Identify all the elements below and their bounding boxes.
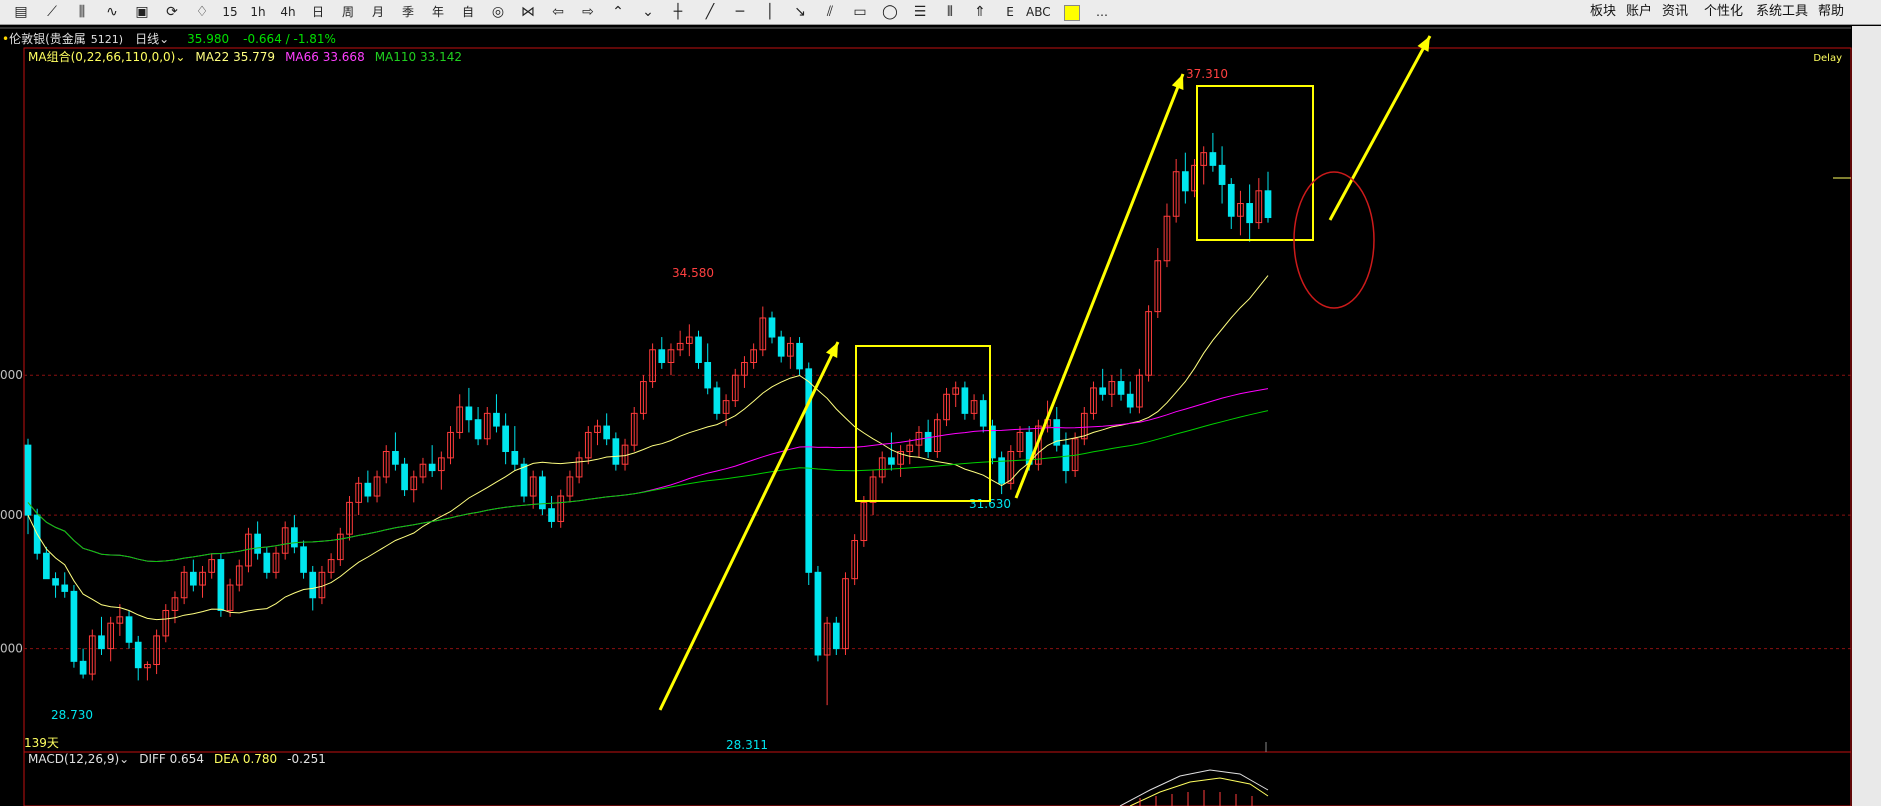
low-label: 28.730 — [51, 708, 93, 722]
candle-body[interactable] — [1227, 183, 1235, 217]
candle-body[interactable] — [263, 552, 271, 573]
candle-body[interactable] — [777, 336, 785, 357]
macd-dea: DEA 0.780 — [213, 752, 278, 766]
candle-body[interactable] — [1126, 393, 1134, 408]
candle-body[interactable] — [98, 635, 105, 650]
candle-body[interactable] — [548, 508, 555, 522]
macd-config[interactable]: MACD(12,26,9) — [28, 752, 119, 766]
candle-body[interactable] — [704, 361, 712, 389]
candle-body[interactable] — [796, 342, 803, 370]
axis-label: 000 — [0, 642, 23, 656]
axis-label: 000 — [0, 508, 23, 522]
candle-body[interactable] — [1246, 203, 1253, 224]
candle-body[interactable] — [300, 546, 307, 573]
candle-body[interactable] — [713, 387, 721, 414]
ma110-line — [27, 410, 1269, 563]
candle-body[interactable] — [924, 431, 932, 453]
candle-body[interactable] — [832, 622, 840, 650]
ma66-value: MA66 33.668 — [285, 50, 365, 64]
candle-body[interactable] — [43, 552, 50, 580]
candle-body[interactable] — [134, 641, 142, 669]
chevron-down-icon[interactable]: ⌄ — [159, 32, 169, 46]
candle-body[interactable] — [695, 336, 702, 363]
instrument-code: 5121) — [90, 33, 124, 46]
candle-body[interactable] — [814, 571, 822, 656]
instrument-header: •伦敦银(贵金属 5121) 日线⌄ 35.980 -0.664 / -1.81% — [0, 30, 336, 48]
side-panel — [1852, 26, 1881, 806]
candle-body[interactable] — [189, 571, 197, 586]
ma66-line — [27, 388, 1269, 563]
candle-body[interactable] — [888, 457, 895, 465]
macd-value: -0.251 — [287, 752, 326, 766]
last-price: 35.980 — [187, 32, 230, 46]
candle-body[interactable] — [1209, 152, 1217, 166]
delay-label: Delay — [1813, 53, 1842, 64]
price-change: -0.664 / -1.81% — [243, 32, 336, 46]
ma-legend: MA组合(0,22,66,110,0,0)⌄ MA22 35.779 MA66 33… — [28, 49, 472, 65]
candle-body[interactable] — [1117, 381, 1125, 395]
chevron-down-icon[interactable]: ⌄ — [175, 50, 185, 64]
price-chart[interactable]: 00000000034.58037.31028.73028.31131.630D… — [0, 0, 1881, 806]
candle-body[interactable] — [1264, 190, 1272, 219]
candle-body[interactable] — [217, 559, 225, 611]
ma22-value: MA22 35.779 — [195, 50, 276, 64]
candle-body[interactable] — [392, 451, 399, 465]
candle-body[interactable] — [1181, 171, 1189, 192]
high-label: 37.310 — [1186, 67, 1228, 81]
candle-body[interactable] — [254, 533, 261, 554]
candle-body[interactable] — [401, 463, 408, 491]
ma-config[interactable]: MA组合(0,22,66,110,0,0) — [28, 50, 175, 64]
candle-body[interactable] — [125, 616, 133, 643]
candle-body[interactable] — [309, 571, 317, 599]
low-label: 28.311 — [726, 738, 768, 752]
candle-body[interactable] — [61, 584, 69, 592]
period-selector[interactable]: 日线 — [135, 32, 159, 46]
candle-body[interactable] — [493, 412, 500, 427]
candle-body[interactable] — [979, 400, 987, 427]
candle-body[interactable] — [502, 425, 509, 453]
trend-arrow-head[interactable] — [1171, 74, 1184, 90]
candle-body[interactable] — [1099, 387, 1107, 395]
candle-body[interactable] — [1062, 444, 1070, 472]
candle-body[interactable] — [961, 387, 969, 414]
macd-dea-line — [1129, 777, 1269, 806]
bar-count-label: 139天 — [24, 736, 59, 750]
candle-body[interactable] — [612, 438, 620, 465]
candle-body[interactable] — [79, 660, 87, 675]
macd-legend: MACD(12,26,9)⌄ DIFF 0.654 DEA 0.780 -0.251 — [28, 751, 336, 767]
candle-body[interactable] — [658, 349, 666, 363]
candle-body[interactable] — [428, 463, 436, 472]
candle-body[interactable] — [52, 578, 59, 586]
macd-diff: DIFF 0.654 — [139, 752, 204, 766]
instrument-name: 伦敦银(贵金属 — [9, 32, 86, 46]
candle-body[interactable] — [511, 451, 519, 465]
candle-body[interactable] — [520, 463, 528, 497]
axis-label: 000 — [0, 368, 23, 382]
candle-body[interactable] — [603, 425, 611, 440]
chart-frame — [23, 47, 1852, 753]
candle-body[interactable] — [1218, 164, 1226, 185]
candle-body[interactable] — [364, 482, 372, 497]
candle-body[interactable] — [70, 590, 78, 662]
trend-arrow[interactable] — [1328, 35, 1432, 221]
candle-body[interactable] — [465, 406, 473, 421]
ma110-value: MA110 33.142 — [374, 50, 462, 64]
candle-body[interactable] — [291, 527, 298, 548]
candle-body[interactable] — [474, 419, 482, 440]
high-label: 34.580 — [672, 266, 714, 280]
chevron-down-icon[interactable]: ⌄ — [119, 752, 129, 766]
candle-body[interactable] — [768, 317, 776, 338]
